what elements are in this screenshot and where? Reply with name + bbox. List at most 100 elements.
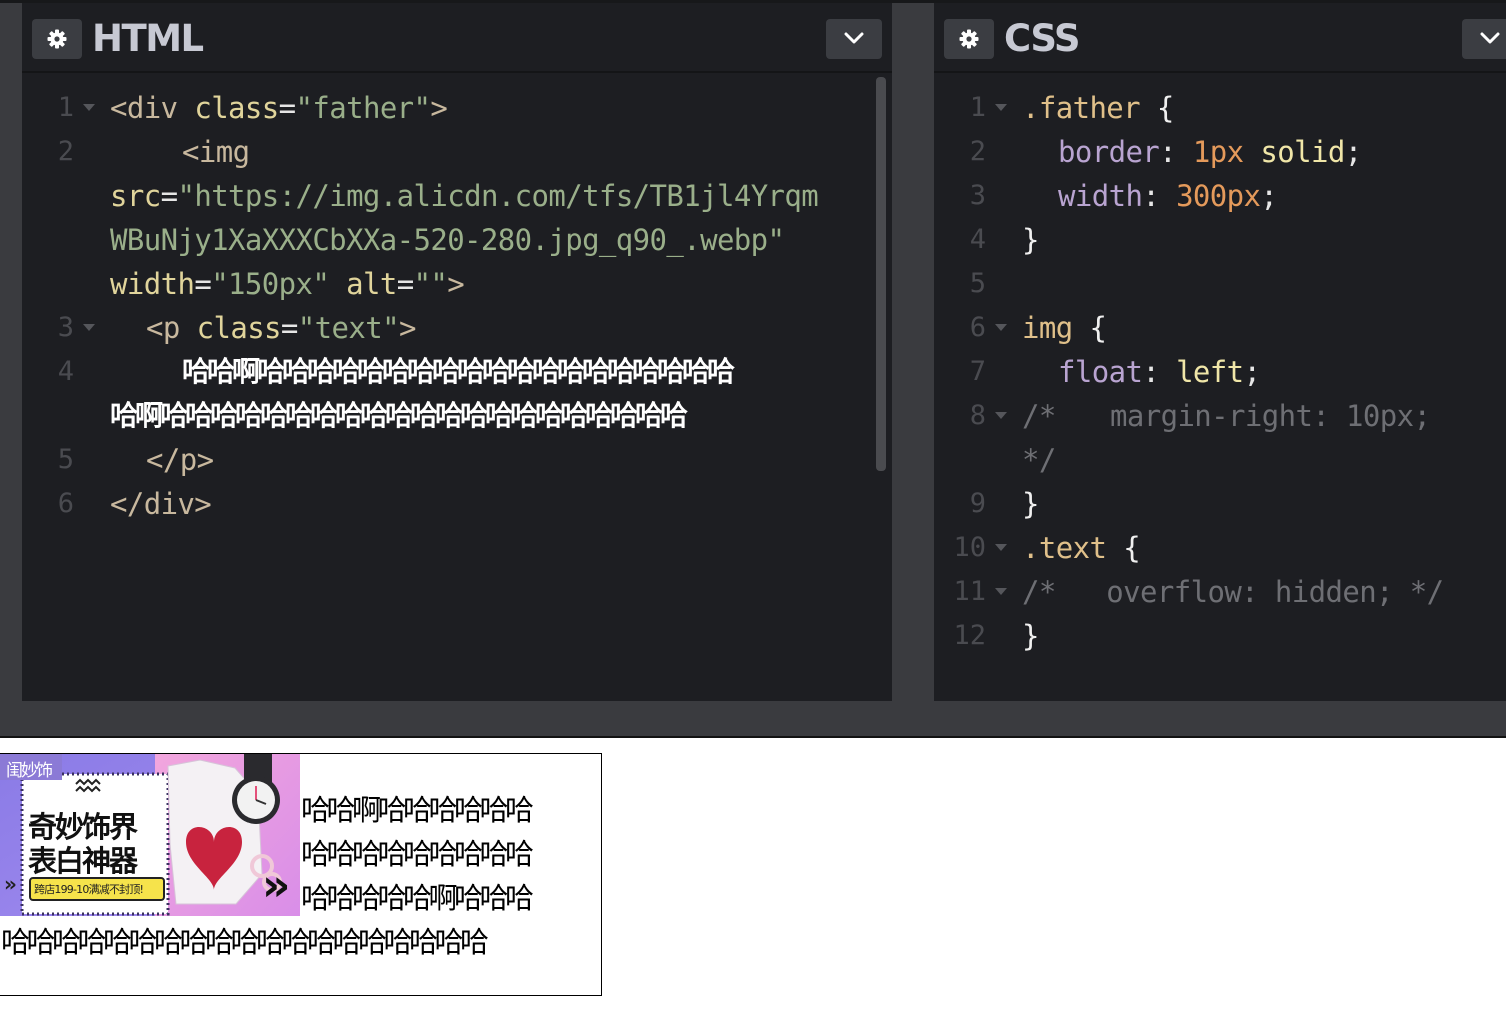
code-line: 10 .text { <box>934 525 1506 569</box>
code-line-wrap: 哈啊哈哈哈哈哈哈哈哈哈哈哈哈哈哈哈哈哈哈哈哈哈 <box>22 393 892 437</box>
code-text: float: left; <box>1058 355 1261 389</box>
css-pane-title: CSS <box>1004 17 1080 60</box>
code-line: 6 img { <box>934 305 1506 349</box>
line-number: 5 <box>969 268 986 299</box>
banner-brand: 闺妙饰 <box>6 761 53 781</box>
paragraph-line: 哈哈啊哈哈哈哈哈哈 <box>301 793 534 827</box>
line-number: 6 <box>969 312 986 343</box>
code-line: 1 <div class="father"> <box>22 85 892 129</box>
fold-arrow-icon[interactable] <box>994 323 1008 332</box>
code-text: img { <box>1022 311 1107 345</box>
result-preview: 闺妙饰 奇妙饰界 表白神器 跨店199-10满减不封顶! » » 哈哈啊哈哈哈哈… <box>0 736 1506 1030</box>
chevron-down-icon <box>1480 32 1500 44</box>
fold-arrow-icon[interactable] <box>82 103 96 112</box>
code-text: .father { <box>1022 91 1174 125</box>
code-text: width="150px" alt=""> <box>110 267 465 301</box>
code-text: <p class="text"> <box>146 311 416 345</box>
father-box: 闺妙饰 奇妙饰界 表白神器 跨店199-10满减不封顶! » » 哈哈啊哈哈哈哈… <box>0 753 602 996</box>
code-line: 4 哈哈啊哈哈哈哈哈哈哈哈哈哈哈哈哈哈哈哈哈哈哈 <box>22 349 892 393</box>
code-line: 7 float: left; <box>934 349 1506 393</box>
banner-big-chevrons: » <box>262 860 291 911</box>
banner-promo: 跨店199-10满减不封顶! <box>34 883 144 896</box>
line-number: 4 <box>57 356 74 387</box>
css-pane-header: CSS <box>934 3 1506 73</box>
code-text: margin-right: 10px; <box>1110 399 1431 433</box>
code-line: 11 /* overflow: hidden; */ <box>934 569 1506 613</box>
line-number: 3 <box>969 180 986 211</box>
line-number: 3 <box>57 312 74 343</box>
code-text: } <box>1022 223 1039 257</box>
html-pane-title: HTML <box>92 17 204 60</box>
line-number: 2 <box>969 136 986 167</box>
code-line: 3 <p class="text"> <box>22 305 892 349</box>
line-number: 2 <box>57 136 74 167</box>
code-line: 12 } <box>934 613 1506 657</box>
line-number: 10 <box>953 532 986 563</box>
code-line-wrap: src="https://img.alicdn.com/tfs/TB1jl4Yr… <box>22 173 892 217</box>
code-text: .text { <box>1022 531 1141 565</box>
code-editor: HTML 1 <div class="father"> 2 <img src="… <box>0 0 1506 736</box>
gear-icon <box>47 29 67 49</box>
line-number: 4 <box>969 224 986 255</box>
css-code-area[interactable]: 1 .father { 2 border: 1px solid; 3 width… <box>934 75 1506 701</box>
line-number: 1 <box>969 92 986 123</box>
code-line: 3 width: 300px; <box>934 173 1506 217</box>
code-line-wrap: WBuNjy1XaXXXCbXXa-520-280.jpg_q90_.webp" <box>22 217 892 261</box>
fold-arrow-icon[interactable] <box>994 587 1008 596</box>
code-text: /* <box>1022 399 1056 433</box>
code-text: } <box>1022 487 1039 521</box>
banner-image: 闺妙饰 奇妙饰界 表白神器 跨店199-10满减不封顶! » » <box>0 754 300 916</box>
code-text: } <box>1022 619 1039 653</box>
line-number: 11 <box>953 576 986 607</box>
code-text: width: 300px; <box>1058 179 1278 213</box>
paragraph-line: 哈哈哈哈哈啊哈哈哈 <box>301 881 534 915</box>
code-line: 4 } <box>934 217 1506 261</box>
code-text: <div class="father"> <box>110 91 448 125</box>
line-number: 9 <box>969 488 986 519</box>
code-line-wrap: width="150px" alt=""> <box>22 261 892 305</box>
fold-arrow-icon[interactable] <box>994 103 1008 112</box>
code-line: 6 </div> <box>22 481 892 525</box>
code-text: border: 1px solid; <box>1058 135 1362 169</box>
code-line: 5 </p> <box>22 437 892 481</box>
gear-icon <box>959 29 979 49</box>
line-number: 6 <box>57 488 74 519</box>
fold-arrow-icon[interactable] <box>994 411 1008 420</box>
vertical-scrollbar[interactable] <box>876 77 886 471</box>
code-text: */ <box>1022 443 1056 477</box>
code-text: 哈啊哈哈哈哈哈哈哈哈哈哈哈哈哈哈哈哈哈哈哈哈哈 <box>110 399 688 432</box>
code-text: 哈哈啊哈哈哈哈哈哈哈哈哈哈哈哈哈哈哈哈哈哈哈 <box>182 355 735 388</box>
code-text: /* overflow: hidden; */ <box>1022 575 1444 609</box>
code-line: 9 } <box>934 481 1506 525</box>
code-text: </p> <box>146 443 214 477</box>
fold-arrow-icon[interactable] <box>82 323 96 332</box>
banner-small-chevrons: » <box>4 872 17 896</box>
code-text: </div> <box>110 487 212 521</box>
html-code-area[interactable]: 1 <div class="father"> 2 <img src="https… <box>22 75 892 701</box>
html-collapse-button[interactable] <box>826 19 882 59</box>
css-settings-button[interactable] <box>944 19 994 59</box>
line-number: 5 <box>57 444 74 475</box>
code-line: 2 <img <box>22 129 892 173</box>
line-number: 12 <box>953 620 986 651</box>
line-number: 8 <box>969 400 986 431</box>
line-number: 7 <box>969 356 986 387</box>
paragraph-line: 哈哈哈哈哈哈哈哈哈哈哈哈哈哈哈哈哈哈哈 <box>1 925 489 959</box>
code-text: src="https://img.alicdn.com/tfs/TB1jl4Yr… <box>110 179 819 213</box>
html-editor-pane: HTML 1 <div class="father"> 2 <img src="… <box>22 3 892 701</box>
html-settings-button[interactable] <box>32 19 82 59</box>
code-line: 5 <box>934 261 1506 305</box>
line-number: 1 <box>57 92 74 123</box>
html-pane-header: HTML <box>22 3 892 73</box>
paragraph-line: 哈哈哈哈哈哈哈哈哈 <box>301 837 534 871</box>
fold-arrow-icon[interactable] <box>994 543 1008 552</box>
chevron-down-icon <box>844 32 864 44</box>
code-line: 8 /* margin-right: 10px; <box>934 393 1506 437</box>
code-line: 2 border: 1px solid; <box>934 129 1506 173</box>
code-text: <img <box>182 135 250 169</box>
code-line-wrap: */ <box>934 437 1506 481</box>
css-editor-pane: CSS 1 .father { 2 border: 1px solid; 3 w… <box>934 3 1506 701</box>
banner-headline-2: 表白神器 <box>28 844 138 878</box>
css-collapse-button[interactable] <box>1462 19 1506 59</box>
preview-top-border <box>0 736 1506 738</box>
